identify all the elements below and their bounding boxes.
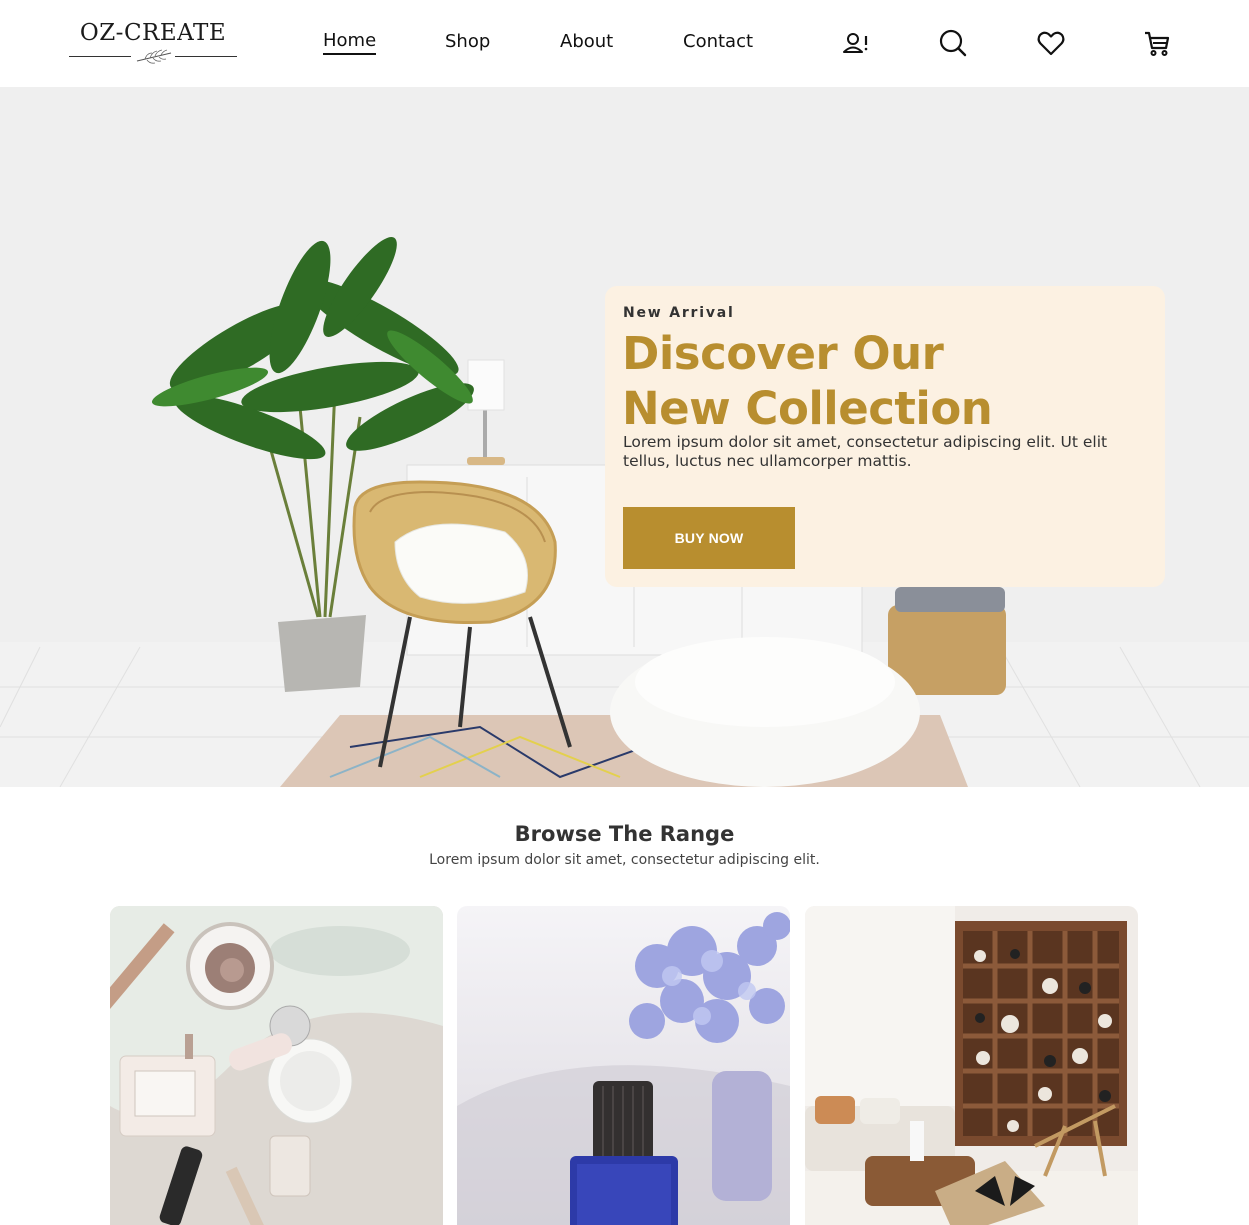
range-card-perfume[interactable] <box>457 906 790 1225</box>
hero-description: Lorem ipsum dolor sit amet, consectetur … <box>623 433 1108 470</box>
hero-title-line1: Discover Our <box>622 327 944 380</box>
nav-home[interactable]: Home <box>323 30 377 55</box>
nav-contact[interactable]: Contact <box>683 31 753 52</box>
logo-divider-right <box>175 56 237 57</box>
nav-shop[interactable]: Shop <box>445 31 490 52</box>
cosmetics-photo <box>110 906 443 1225</box>
browse-title: Browse The Range <box>514 822 735 846</box>
logo[interactable]: OZ-CREATE <box>69 20 237 70</box>
hero-eyebrow: New Arrival <box>623 305 735 321</box>
account-alert-icon[interactable] <box>840 28 870 58</box>
cart-icon[interactable] <box>1142 28 1172 58</box>
logo-text: OZ-CREATE <box>79 20 227 46</box>
range-card-living-room[interactable] <box>805 906 1138 1225</box>
hero-banner: New Arrival Discover Our New Collection … <box>0 87 1249 787</box>
hero-title-line2: New Collection <box>622 382 993 435</box>
perfume-photo <box>457 906 790 1225</box>
hero-promo-card: New Arrival Discover Our New Collection … <box>605 286 1165 587</box>
range-card-cosmetics[interactable] <box>110 906 443 1225</box>
hero-title: Discover Our New Collection <box>622 326 1142 436</box>
nav-about[interactable]: About <box>560 31 613 52</box>
heart-icon[interactable] <box>1036 28 1066 58</box>
living-room-photo <box>805 906 1138 1225</box>
browse-subtitle: Lorem ipsum dolor sit amet, consectetur … <box>429 852 820 868</box>
leaf-icon <box>136 49 172 64</box>
buy-now-button[interactable]: BUY NOW <box>623 507 795 569</box>
search-icon[interactable] <box>938 28 968 58</box>
site-header: OZ-CREATE Home Shop About Contact <box>0 0 1249 87</box>
logo-divider-left <box>69 56 131 57</box>
